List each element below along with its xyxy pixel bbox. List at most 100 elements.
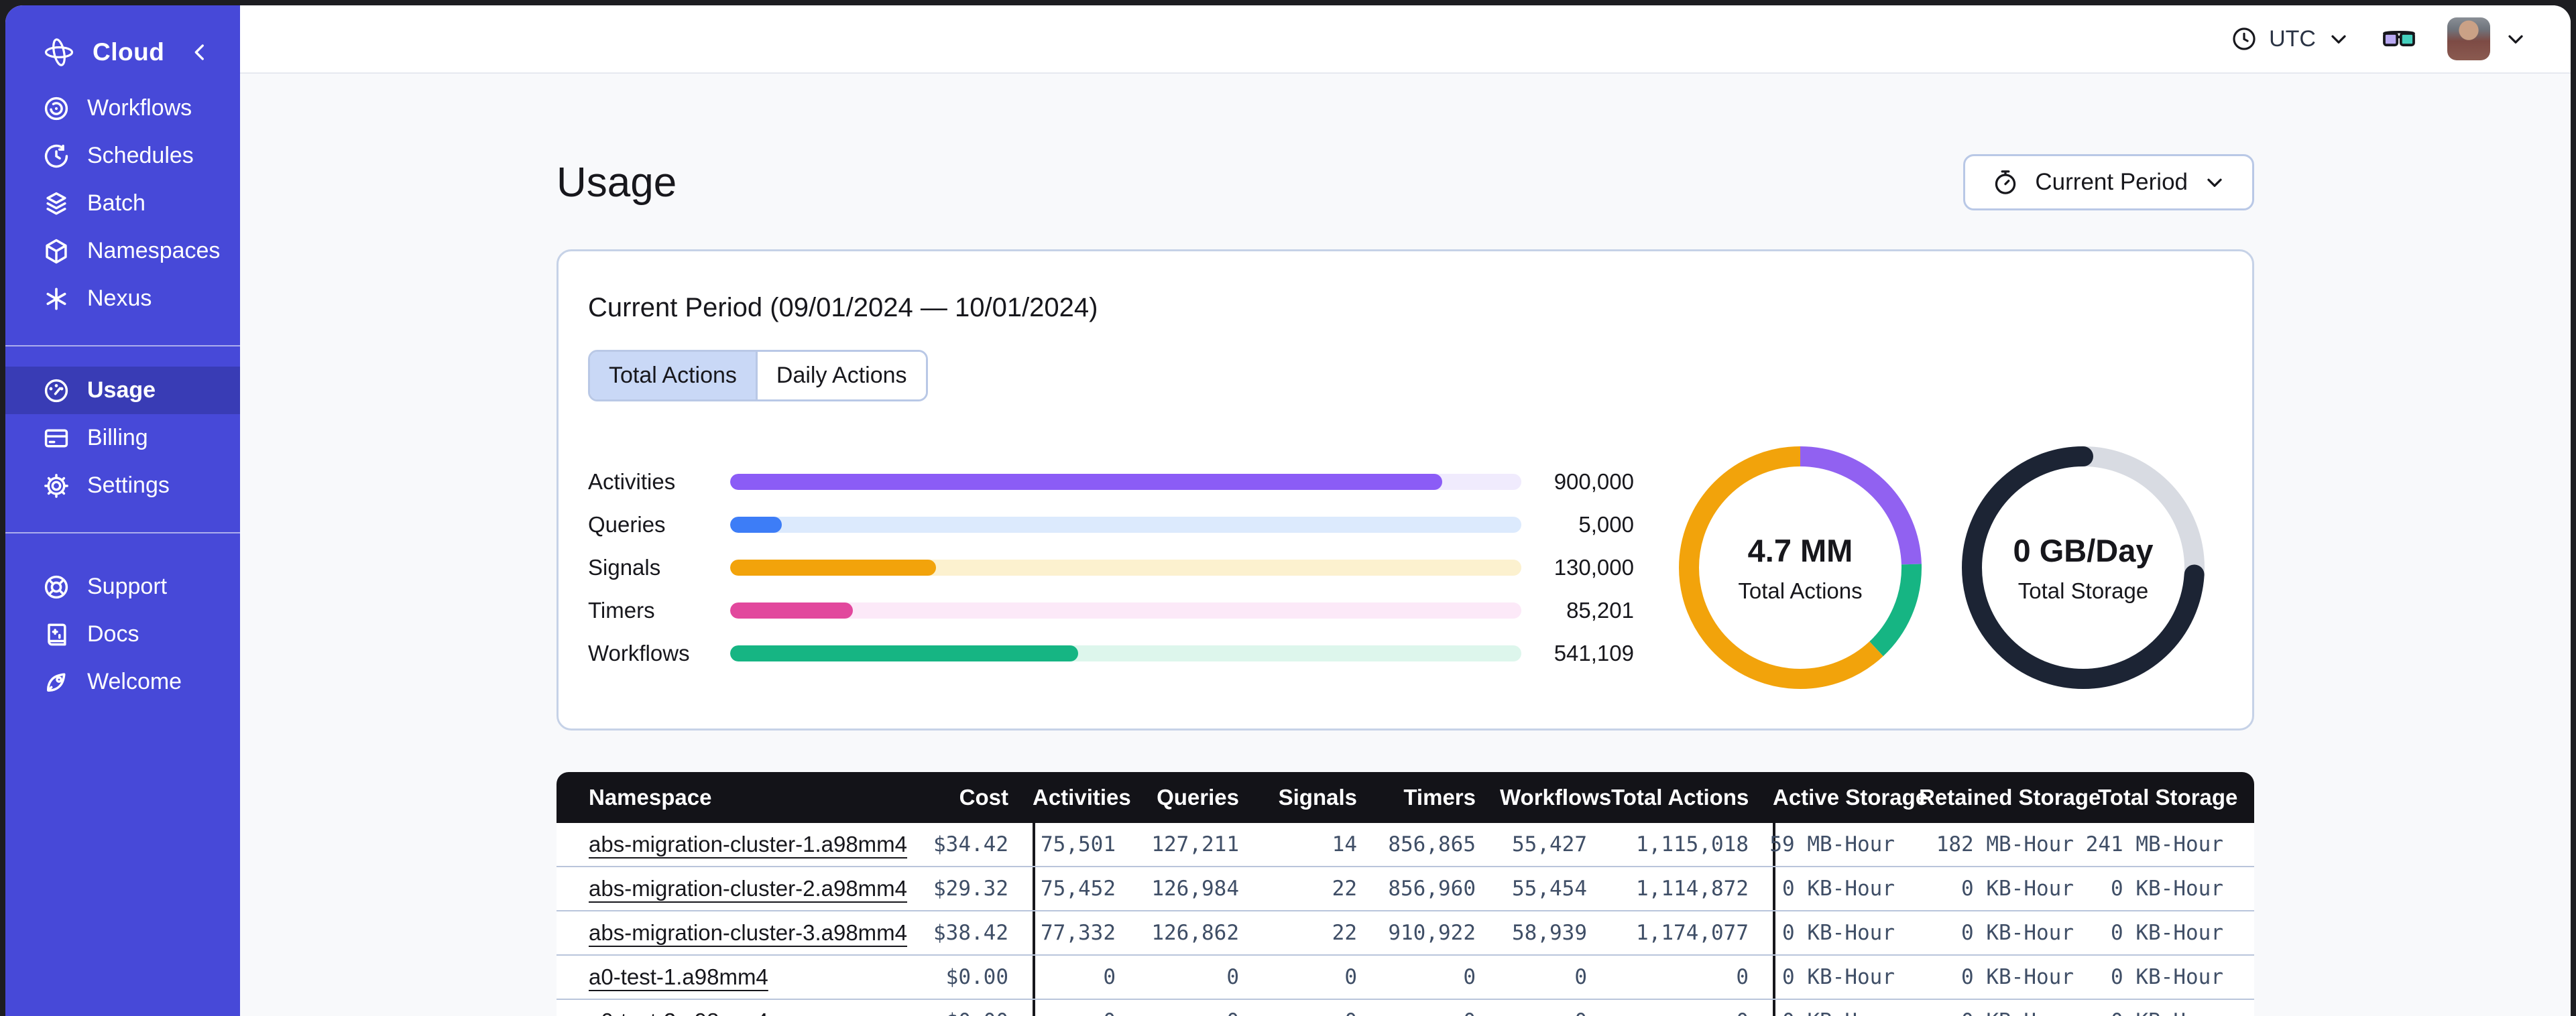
value-cell: 0 bbox=[1500, 1000, 1611, 1016]
namespace-link[interactable]: a0-test-1.a98mm4 bbox=[589, 964, 768, 990]
donut-value: 0 GB/Day bbox=[2013, 532, 2154, 568]
value-cell: 0 bbox=[1381, 1000, 1500, 1016]
sidebar-item-label: Batch bbox=[87, 190, 145, 216]
value-cell: 0 KB-Hour bbox=[1961, 965, 2074, 989]
namespace-link[interactable]: abs-migration-cluster-3.a98mm4 bbox=[589, 920, 907, 946]
usage-gauge-icon bbox=[44, 379, 68, 402]
user-menu[interactable] bbox=[2447, 17, 2528, 60]
brand-label: Cloud bbox=[93, 38, 165, 66]
sidebar: Cloud Workflows Schedules Batch Namespac… bbox=[5, 5, 240, 1016]
support-lifebuoy-icon bbox=[44, 575, 68, 598]
sidebar-item-label: Support bbox=[87, 574, 168, 599]
sidebar-item-label: Docs bbox=[87, 621, 139, 647]
sidebar-item-docs[interactable]: Docs bbox=[5, 611, 240, 658]
usage-page: Usage Current Period Current Period (09/… bbox=[240, 74, 2571, 1016]
sidebar-item-billing[interactable]: Billing bbox=[5, 414, 240, 462]
chevron-left-icon bbox=[194, 44, 204, 60]
sidebar-item-nexus[interactable]: Nexus bbox=[5, 275, 240, 322]
chevron-down-icon bbox=[2508, 35, 2523, 44]
namespace-cell: abs-migration-cluster-1.a98mm4 bbox=[557, 823, 907, 866]
namespace-link[interactable]: abs-migration-cluster-1.a98mm4 bbox=[589, 832, 907, 857]
batch-layers-icon bbox=[46, 192, 66, 214]
actions-tab-group: Total Actions Daily Actions bbox=[588, 350, 928, 401]
actions-bar-chart: Activities 900,000 Queries 5,000 Signals bbox=[588, 469, 1634, 665]
tab-daily-actions[interactable]: Daily Actions bbox=[755, 352, 926, 399]
bar-fill bbox=[730, 560, 936, 576]
bar-track bbox=[730, 560, 1521, 576]
value-cell: 0 KB-Hour bbox=[1773, 1000, 1919, 1016]
value-cell: 856,865 bbox=[1388, 832, 1476, 856]
column-header: Total Actions bbox=[1611, 785, 1749, 810]
sidebar-item-welcome[interactable]: Welcome bbox=[5, 658, 240, 706]
table-header-row: Namespace Cost Activities Queries Signals Tim… bbox=[557, 772, 2254, 823]
sidebar-item-label: Settings bbox=[87, 472, 170, 498]
sidebar-collapse-button[interactable] bbox=[186, 39, 213, 66]
topbar: UTC bbox=[240, 5, 2571, 74]
value-cell: 0 KB-Hour bbox=[1919, 1000, 2098, 1016]
column-header: Retained Storage bbox=[1919, 785, 2101, 810]
tab-total-actions[interactable]: Total Actions bbox=[590, 352, 756, 399]
sidebar-item-batch[interactable]: Batch bbox=[5, 180, 240, 227]
settings-gear-icon bbox=[44, 473, 68, 498]
value-cell: 0 bbox=[1033, 956, 1140, 999]
sidebar-item-label: Welcome bbox=[87, 669, 182, 694]
column-header: Cost bbox=[959, 785, 1008, 810]
value-cell: 55,454 bbox=[1512, 877, 1587, 901]
namespace-cell: abs-migration-cluster-3.a98mm4 bbox=[557, 911, 907, 954]
column-header: Queries bbox=[1157, 785, 1239, 810]
value-cell: $38.42 bbox=[933, 921, 1008, 945]
sidebar-item-label: Workflows bbox=[87, 95, 192, 121]
sidebar-item-settings[interactable]: Settings bbox=[5, 462, 240, 509]
value-cell: 0 bbox=[1033, 1000, 1140, 1016]
brand-row: Cloud bbox=[5, 29, 240, 75]
value-cell: 0 bbox=[1263, 1000, 1381, 1016]
sidebar-item-label: Nexus bbox=[87, 285, 152, 311]
bar-label: Activities bbox=[588, 469, 676, 494]
app-window: Cloud Workflows Schedules Batch Namespac… bbox=[5, 5, 2571, 1016]
sidebar-item-usage[interactable]: Usage bbox=[5, 367, 240, 414]
stopwatch-icon bbox=[1995, 170, 2016, 194]
sidebar-item-schedules[interactable]: Schedules bbox=[5, 132, 240, 180]
sidebar-item-support[interactable]: Support bbox=[5, 563, 240, 611]
bar-label: Timers bbox=[588, 598, 655, 623]
value-cell: $0.00 bbox=[905, 1000, 1033, 1016]
sidebar-divider bbox=[5, 345, 240, 346]
3d-glasses-icon[interactable] bbox=[2380, 24, 2418, 54]
value-cell: 856,960 bbox=[1388, 877, 1476, 901]
bar-value: 541,109 bbox=[1554, 641, 1634, 665]
namespace-link[interactable]: a0-test-2.a98mm4 bbox=[589, 1009, 768, 1016]
column-header: Signals bbox=[1278, 785, 1357, 810]
sidebar-item-workflows[interactable]: Workflows bbox=[5, 84, 240, 132]
sidebar-divider bbox=[5, 532, 240, 533]
value-cell: 0 KB-Hour bbox=[1961, 921, 2074, 945]
sidebar-item-namespaces[interactable]: Namespaces bbox=[5, 227, 240, 275]
value-cell: 75,452 bbox=[1033, 867, 1140, 910]
value-cell: 0 KB-Hour bbox=[1961, 877, 2074, 901]
period-select-button[interactable]: Current Period bbox=[1963, 154, 2254, 210]
value-cell: $34.42 bbox=[933, 832, 1008, 856]
value-cell: 58,939 bbox=[1512, 921, 1587, 945]
docs-book-icon bbox=[48, 623, 66, 645]
value-cell: $0.00 bbox=[945, 965, 1008, 989]
bar-fill bbox=[730, 645, 1079, 661]
value-cell: 22 bbox=[1332, 921, 1357, 945]
page-title: Usage bbox=[557, 159, 677, 206]
table-row: abs-migration-cluster-1.a98mm4 $34.42 75,5… bbox=[557, 823, 2254, 867]
table-row: abs-migration-cluster-3.a98mm4 $38.42 77,3… bbox=[557, 911, 2254, 956]
value-cell: 0 KB-Hour bbox=[2098, 1000, 2247, 1016]
bar-value: 85,201 bbox=[1566, 598, 1634, 623]
value-cell: 22 bbox=[1332, 877, 1357, 901]
namespace-link[interactable]: abs-migration-cluster-2.a98mm4 bbox=[589, 876, 907, 901]
namespace-cell: a0-test-2.a98mm4 bbox=[557, 1000, 905, 1016]
timezone-selector[interactable]: UTC bbox=[2230, 25, 2351, 53]
bar-row-queries: Queries 5,000 bbox=[588, 512, 1634, 537]
value-cell: 59 MB-Hour bbox=[1769, 823, 1919, 866]
donut-value: 4.7 MM bbox=[1747, 532, 1853, 568]
value-cell: 126,984 bbox=[1151, 877, 1239, 901]
workflows-icon bbox=[44, 97, 68, 120]
table-row: abs-migration-cluster-2.a98mm4 $29.32 75,4… bbox=[557, 867, 2254, 911]
sidebar-item-label: Namespaces bbox=[87, 238, 221, 263]
bar-track bbox=[730, 645, 1521, 661]
bar-row-workflows: Workflows 541,109 bbox=[588, 641, 1634, 665]
namespace-cell: abs-migration-cluster-2.a98mm4 bbox=[557, 867, 907, 910]
